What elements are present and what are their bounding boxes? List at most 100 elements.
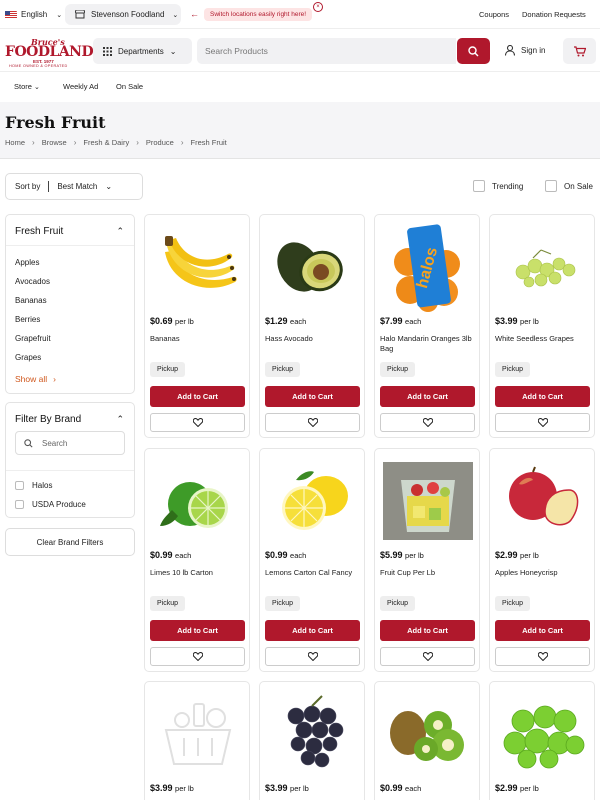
- add-to-cart-button[interactable]: Add to Cart: [150, 620, 245, 641]
- product-image[interactable]: [150, 223, 246, 313]
- add-to-cart-button[interactable]: Add to Cart: [265, 386, 360, 407]
- category-bananas[interactable]: Bananas: [15, 296, 47, 305]
- category-avocados[interactable]: Avocados: [15, 277, 50, 286]
- product-card[interactable]: $3.99 per lb: [144, 681, 250, 800]
- search-icon: [468, 45, 479, 56]
- product-image[interactable]: [265, 457, 361, 547]
- page-title: Fresh Fruit: [5, 113, 106, 132]
- lemon-icon: [272, 466, 354, 538]
- product-card[interactable]: $2.99 per lb: [489, 681, 595, 800]
- product-image[interactable]: [495, 223, 591, 313]
- breadcrumb-fresh-dairy[interactable]: Fresh & Dairy: [83, 138, 129, 147]
- favorite-button[interactable]: [265, 413, 360, 432]
- product-price: $0.99 each: [380, 783, 422, 793]
- favorite-button[interactable]: [265, 647, 360, 666]
- favorite-button[interactable]: [495, 413, 590, 432]
- product-card[interactable]: halos $7.99 each Halo Mandarin Oranges 3lb…: [374, 214, 480, 438]
- product-image[interactable]: [265, 690, 361, 780]
- product-name[interactable]: Apples Honeycrisp: [495, 568, 593, 578]
- add-to-cart-button[interactable]: Add to Cart: [380, 386, 475, 407]
- add-to-cart-button[interactable]: Add to Cart: [265, 620, 360, 641]
- cart-button[interactable]: [563, 38, 596, 64]
- brand-halos-checkbox[interactable]: Halos: [15, 481, 52, 490]
- product-image[interactable]: [265, 223, 361, 313]
- sort-dropdown[interactable]: Sort by Best Match ⌄: [5, 173, 143, 200]
- show-all-link[interactable]: Show all ›: [15, 374, 56, 384]
- main-header: Bruce's FOODLAND EST. 1977 HOME OWNED & …: [0, 30, 600, 72]
- departments-label: Departments: [118, 46, 164, 56]
- product-name[interactable]: Halo Mandarin Oranges 3lb Bag: [380, 334, 478, 354]
- product-name[interactable]: Limes 10 lb Carton: [150, 568, 248, 578]
- trending-checkbox[interactable]: Trending: [473, 180, 523, 192]
- chevron-up-icon[interactable]: ⌃: [116, 414, 124, 425]
- product-price: $3.99 per lb: [265, 783, 309, 793]
- product-image[interactable]: [380, 457, 476, 547]
- category-panel-title: Fresh Fruit: [15, 226, 64, 237]
- sign-in-button[interactable]: Sign in: [505, 45, 545, 56]
- product-image[interactable]: [495, 690, 591, 780]
- clear-brand-filters-button[interactable]: Clear Brand Filters: [5, 528, 135, 556]
- category-grapefruit[interactable]: Grapefruit: [15, 334, 51, 343]
- product-image[interactable]: [150, 457, 246, 547]
- breadcrumb-home[interactable]: Home: [5, 138, 25, 147]
- product-name[interactable]: Lemons Carton Cal Fancy: [265, 568, 363, 578]
- product-name[interactable]: Bananas: [150, 334, 248, 344]
- store-logo[interactable]: Bruce's FOODLAND EST. 1977 HOME OWNED & …: [5, 37, 94, 68]
- product-name[interactable]: White Seedless Grapes: [495, 334, 593, 344]
- heart-icon: [307, 652, 318, 661]
- search-input[interactable]: Search Products: [197, 38, 456, 64]
- favorite-button[interactable]: [380, 647, 475, 666]
- product-name[interactable]: Hass Avocado: [265, 334, 363, 344]
- nav-on-sale[interactable]: On Sale: [116, 82, 143, 91]
- chevron-up-icon[interactable]: ⌃: [116, 226, 124, 237]
- breadcrumb-browse[interactable]: Browse: [42, 138, 67, 147]
- favorite-button[interactable]: [495, 647, 590, 666]
- favorite-button[interactable]: [380, 413, 475, 432]
- add-to-cart-button[interactable]: Add to Cart: [495, 620, 590, 641]
- category-berries[interactable]: Berries: [15, 315, 40, 324]
- product-card[interactable]: $3.99 per lb White Seedless Grapes Pickup A…: [489, 214, 595, 438]
- language-selector[interactable]: English ⌄: [5, 7, 62, 22]
- add-to-cart-button[interactable]: Add to Cart: [495, 386, 590, 407]
- product-price: $2.99 per lb: [495, 783, 539, 793]
- donation-requests-link[interactable]: Donation Requests: [522, 10, 586, 19]
- product-card[interactable]: $1.29 each Hass Avocado Pickup Add to Cart: [259, 214, 365, 438]
- nav-store[interactable]: Store ⌄: [14, 82, 40, 91]
- add-to-cart-button[interactable]: Add to Cart: [380, 620, 475, 641]
- departments-button[interactable]: Departments ⌄: [93, 38, 192, 64]
- product-card[interactable]: $0.69 per lb Bananas Pickup Add to Cart: [144, 214, 250, 438]
- product-name[interactable]: Fruit Cup Per Lb: [380, 568, 478, 578]
- pickup-badge: Pickup: [150, 596, 186, 611]
- store-selector[interactable]: Stevenson Foodland ⌄: [65, 4, 181, 25]
- category-grapes[interactable]: Grapes: [15, 353, 41, 362]
- add-to-cart-button[interactable]: Add to Cart: [150, 386, 245, 407]
- product-card[interactable]: $3.99 per lb: [259, 681, 365, 800]
- favorite-button[interactable]: [150, 413, 245, 432]
- product-card[interactable]: $0.99 each Limes 10 lb Carton Pickup Add to…: [144, 448, 250, 672]
- product-image[interactable]: [150, 690, 246, 780]
- on-sale-checkbox[interactable]: On Sale: [545, 180, 593, 192]
- green-apple-icon: [501, 699, 585, 771]
- chevron-down-icon: ⌄: [169, 46, 177, 56]
- product-price: $5.99 per lb: [380, 550, 424, 560]
- breadcrumb-produce[interactable]: Produce: [146, 138, 174, 147]
- product-image[interactable]: halos: [380, 223, 476, 313]
- coupons-link[interactable]: Coupons: [479, 10, 509, 19]
- switch-message: Switch locations easily right here!: [204, 7, 313, 21]
- store-name: Stevenson Foodland: [91, 10, 165, 19]
- product-image[interactable]: [495, 457, 591, 547]
- product-card[interactable]: $5.99 per lb Fruit Cup Per Lb Pickup Add to…: [374, 448, 480, 672]
- brand-usda-checkbox[interactable]: USDA Produce: [15, 500, 86, 509]
- product-image[interactable]: [380, 690, 476, 780]
- brand-search-input[interactable]: Search: [15, 431, 125, 455]
- secondary-nav: Store ⌄ Weekly Ad On Sale: [0, 72, 600, 102]
- favorite-button[interactable]: [150, 647, 245, 666]
- close-icon[interactable]: ×: [313, 2, 323, 12]
- product-card[interactable]: $0.99 each Lemons Carton Cal Fancy Pickup A…: [259, 448, 365, 672]
- category-apples[interactable]: Apples: [15, 258, 39, 267]
- product-card[interactable]: $0.99 each: [374, 681, 480, 800]
- product-card[interactable]: $2.99 per lb Apples Honeycrisp Pickup Add t…: [489, 448, 595, 672]
- nav-weekly-ad[interactable]: Weekly Ad: [63, 82, 98, 91]
- search-button[interactable]: [457, 38, 490, 64]
- banana-icon: [155, 232, 241, 304]
